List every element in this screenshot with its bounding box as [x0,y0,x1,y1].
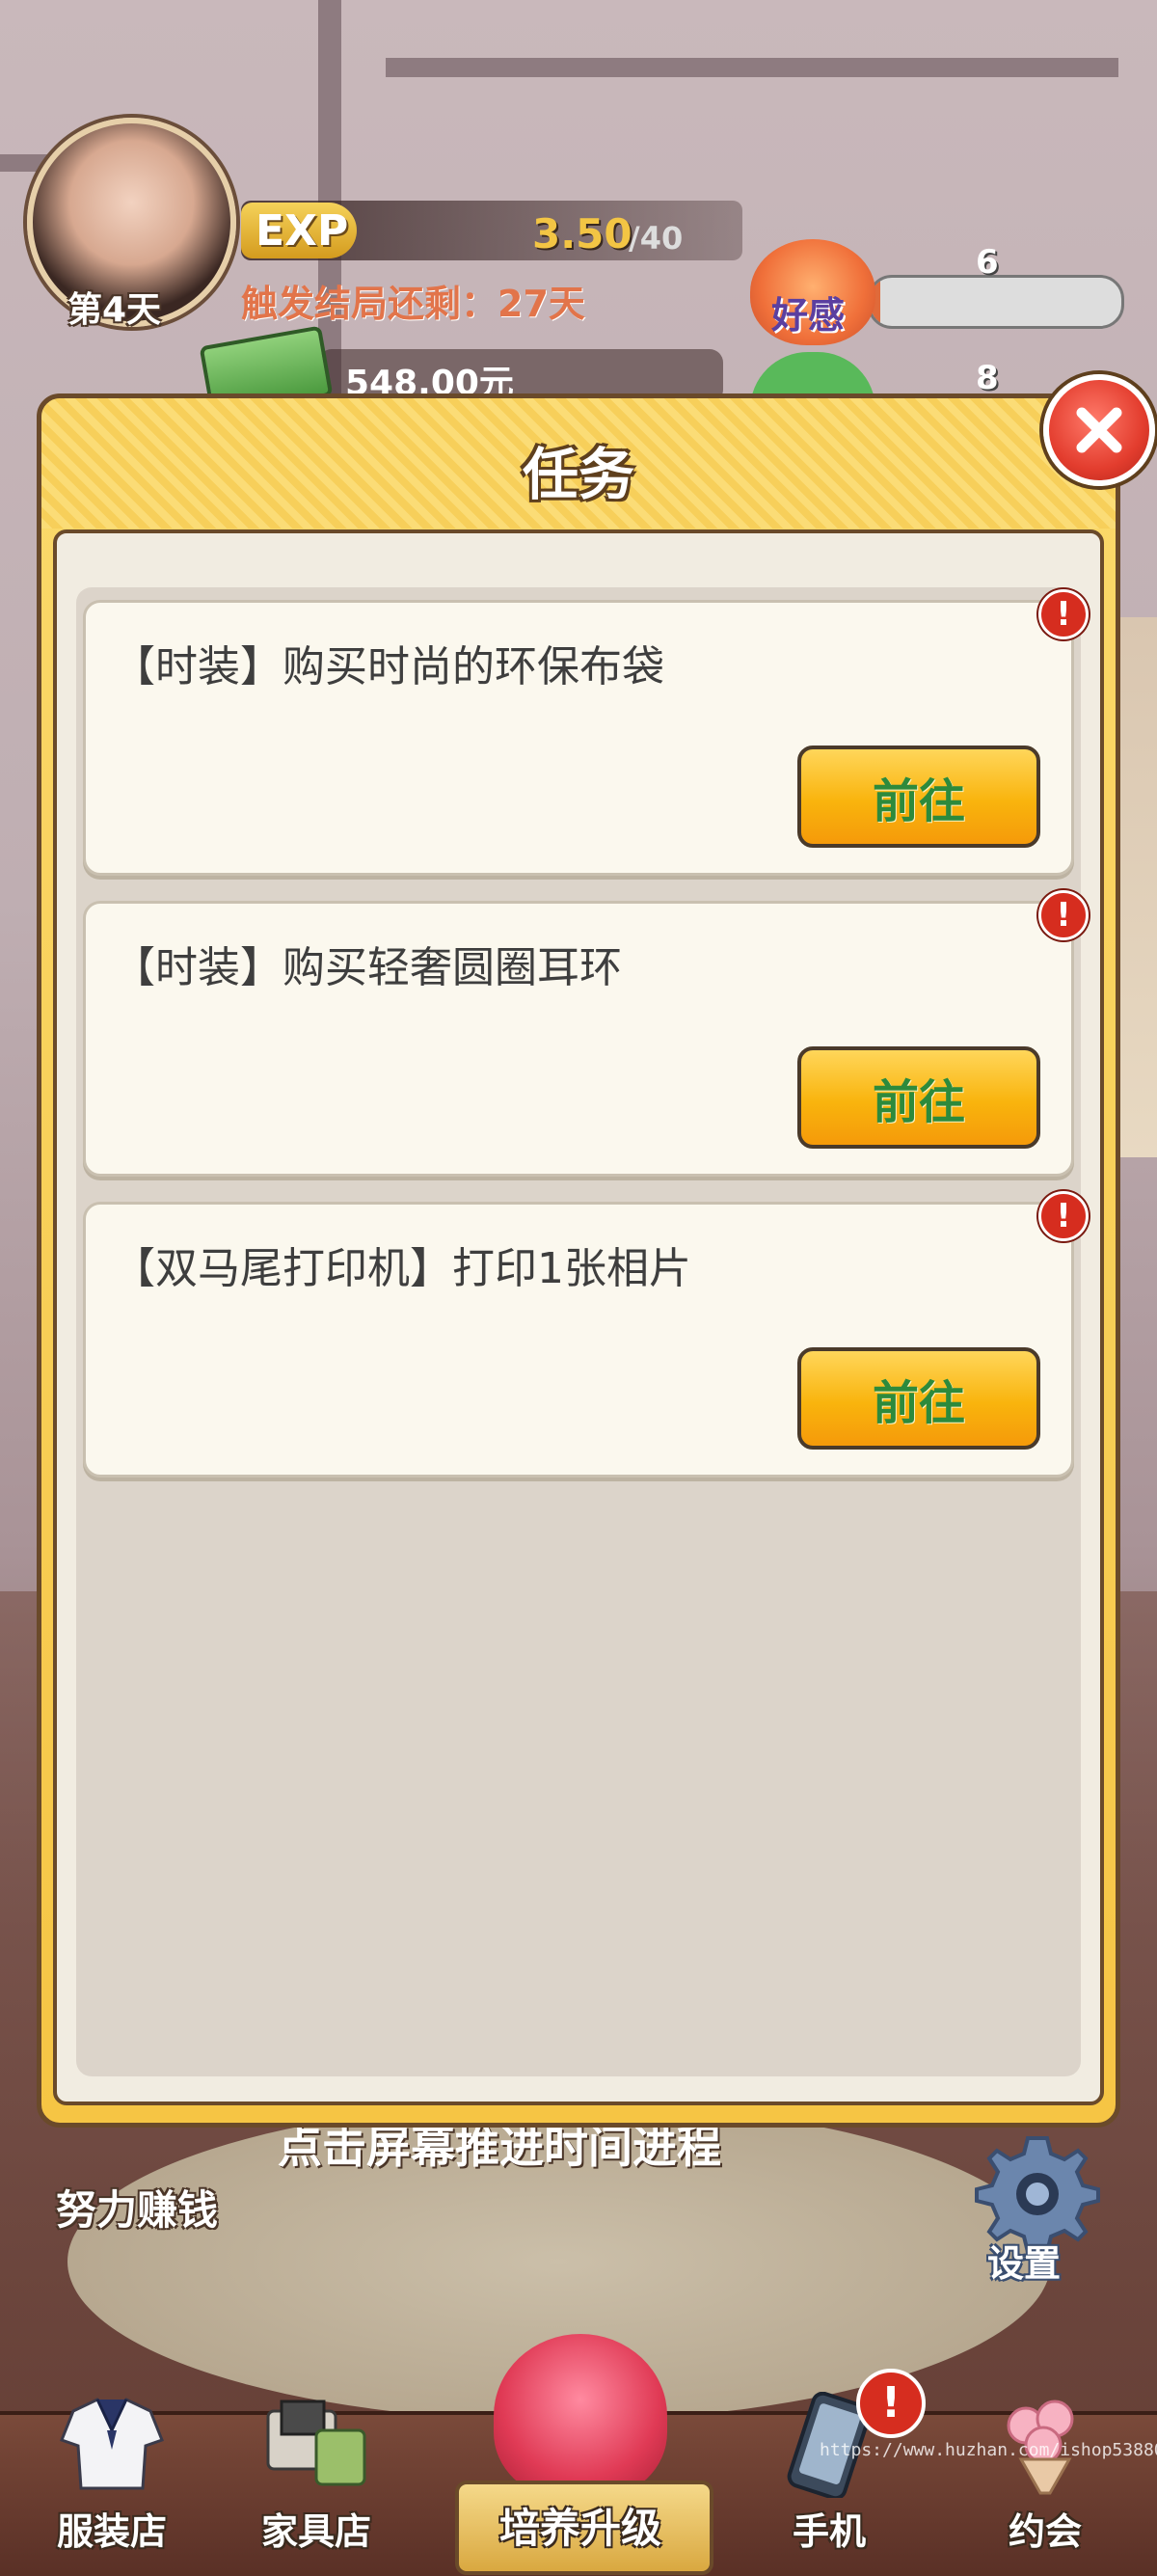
task-item: 【时装】购买轻奢圆圈耳环 前往 ! [83,890,1089,1177]
day-counter: 第4天 [67,290,162,330]
nav-furniture-store[interactable]: 家具店 [220,2382,413,2572]
nav-clothing-store[interactable]: 服装店 [15,2382,208,2572]
exp-value: 3.50 [532,210,632,258]
watermark-text: https://www.huzhan.com/ishop53880 [820,2440,1157,2460]
go-button-label: 前往 [872,1075,965,1129]
nav-training-upgrade[interactable]: 培养升级 [445,2334,715,2575]
nav-date[interactable]: 约会 [949,2382,1142,2572]
nav-training-upgrade-label: 培养升级 [498,2505,661,2552]
uniform-icon [60,2398,164,2490]
task-title: 【时装】购买时尚的环保布袋 [113,642,664,691]
go-button[interactable]: 前往 [797,1046,1040,1149]
cupid-heart-icon [494,2334,667,2498]
close-icon [1076,407,1122,453]
go-button-label: 前往 [872,1376,965,1430]
go-button[interactable]: 前往 [797,746,1040,848]
nav-date-label: 约会 [1008,2510,1082,2553]
nav-furniture-store-label: 家具店 [260,2510,371,2553]
favor-count: 6 [976,243,999,282]
favor-label: 好感 [771,294,846,337]
alert-icon: ! [1038,890,1089,940]
nav-clothing-store-label: 服装店 [56,2510,167,2553]
task-item: 【时装】购买时尚的环保布袋 前往 ! [83,589,1089,876]
favor-bar [868,275,1124,329]
task-title: 【时装】购买轻奢圆圈耳环 [113,943,622,992]
furniture-icon [266,2400,366,2486]
ending-countdown: 触发结局还剩：27天 [241,283,585,325]
ceiling-beam [386,58,1118,77]
go-button[interactable]: 前往 [797,1347,1040,1450]
task-item: 【双马尾打印机】打印1张相片 前往 ! [83,1191,1089,1478]
alert-icon: ! [1038,1191,1089,1241]
green-heart-count: 8 [976,359,999,397]
task-title: 【双马尾打印机】打印1张相片 [113,1244,691,1293]
earn-money-label: 努力赚钱 [56,2186,219,2234]
alert-icon: ! [1038,589,1089,639]
settings-label: 设置 [987,2242,1062,2285]
dialog-title: 任务 [522,442,634,507]
go-button-label: 前往 [872,774,965,828]
phone-alert-badge: ! [856,2369,926,2438]
nav-phone-label: 手机 [792,2510,866,2553]
close-button[interactable] [1043,374,1155,486]
exp-max: /40 [629,220,684,257]
exp-label: EXP [256,206,349,256]
